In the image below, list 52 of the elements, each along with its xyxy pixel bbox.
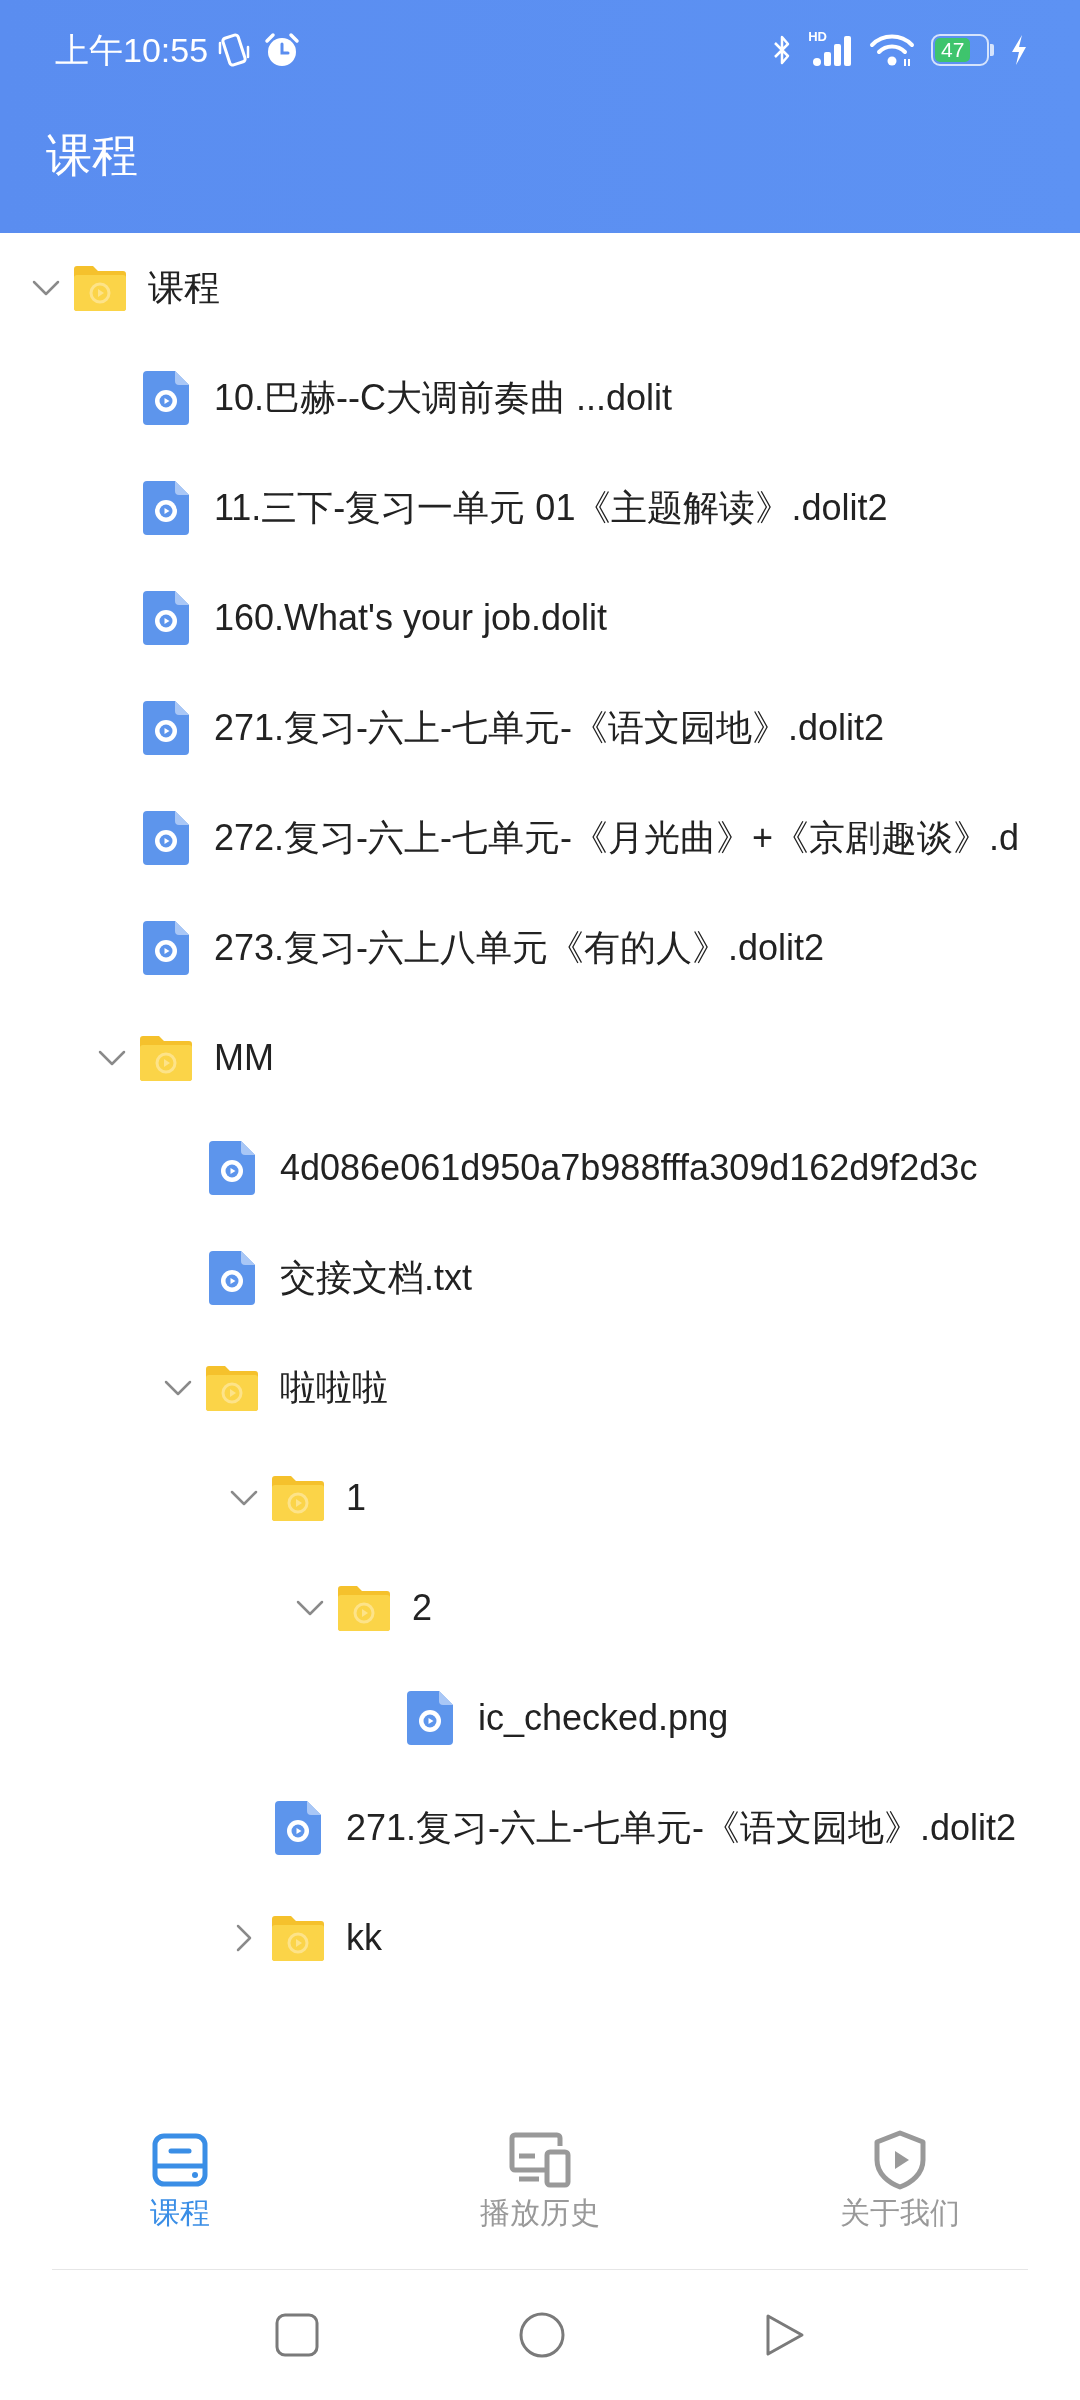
file-icon — [143, 701, 189, 755]
chevron-down-icon[interactable] — [230, 1490, 258, 1506]
file-icon — [209, 1251, 255, 1305]
folder-icon — [272, 1915, 324, 1961]
file-icon — [143, 371, 189, 425]
file-name[interactable]: 272.复习-六上-七单元-《月光曲》+《京剧趣谈》.d — [214, 816, 1020, 860]
file-name[interactable]: 交接文档.txt — [280, 1256, 472, 1300]
file-name[interactable]: 10.巴赫--C大调前奏曲 ...dolit — [214, 376, 673, 420]
file-icon — [143, 591, 189, 645]
file-name[interactable]: 11.三下-复习一单元 01《主题解读》.dolit2 — [214, 486, 888, 530]
file-name[interactable]: ic_checked.png — [478, 1696, 729, 1740]
file-name[interactable]: 273.复习-六上八单元《有的人》.dolit2 — [214, 926, 825, 970]
page-title: 课程 — [46, 127, 138, 183]
network-type-label: HD — [808, 30, 827, 43]
file-icon — [407, 1691, 453, 1745]
devices-icon — [509, 2132, 571, 2188]
file-icon — [275, 1801, 321, 1855]
wifi-icon — [869, 33, 915, 67]
triangle-icon[interactable] — [765, 2313, 805, 2357]
file-name[interactable]: 271.复习-六上-七单元-《语文园地》.dolit2 — [346, 1806, 1017, 1850]
vibrate-icon — [218, 33, 251, 67]
folder-icon — [74, 265, 126, 311]
square-icon[interactable] — [275, 2313, 319, 2357]
folder-name[interactable]: 2 — [412, 1586, 433, 1630]
file-icon — [143, 481, 189, 535]
folder-name[interactable]: kk — [346, 1916, 382, 1960]
shield-play-icon — [873, 2130, 927, 2190]
file-icon — [143, 811, 189, 865]
folder-name[interactable]: 课程 — [148, 266, 220, 310]
hard-drive-icon — [151, 2131, 209, 2189]
circle-icon[interactable] — [519, 2312, 565, 2358]
folder-icon — [140, 1035, 192, 1081]
file-icon — [209, 1141, 255, 1195]
folder-name[interactable]: 啦啦啦 — [280, 1366, 388, 1410]
status-time: 上午10:55 — [55, 33, 209, 67]
alarm-clock-icon — [264, 32, 301, 68]
charging-bolt-icon — [1010, 34, 1028, 66]
chevron-right-icon[interactable] — [236, 1924, 252, 1952]
chevron-down-icon[interactable] — [164, 1380, 192, 1396]
file-name[interactable]: 4d086e061d950a7b988fffa309d162d9f2d3c — [280, 1146, 978, 1190]
file-name[interactable]: 160.What's your job.dolit — [214, 596, 608, 640]
folder-name[interactable]: MM — [214, 1036, 274, 1080]
folder-icon — [338, 1585, 390, 1631]
file-icon — [143, 921, 189, 975]
folder-icon — [206, 1365, 258, 1411]
folder-name[interactable]: 1 — [346, 1476, 367, 1520]
chevron-down-icon[interactable] — [32, 280, 60, 296]
folder-icon — [272, 1475, 324, 1521]
file-name[interactable]: 271.复习-六上-七单元-《语文园地》.dolit2 — [214, 706, 885, 750]
chevron-down-icon[interactable] — [98, 1050, 126, 1066]
chevron-down-icon[interactable] — [296, 1600, 324, 1616]
battery-percentage: 47 — [935, 38, 971, 62]
